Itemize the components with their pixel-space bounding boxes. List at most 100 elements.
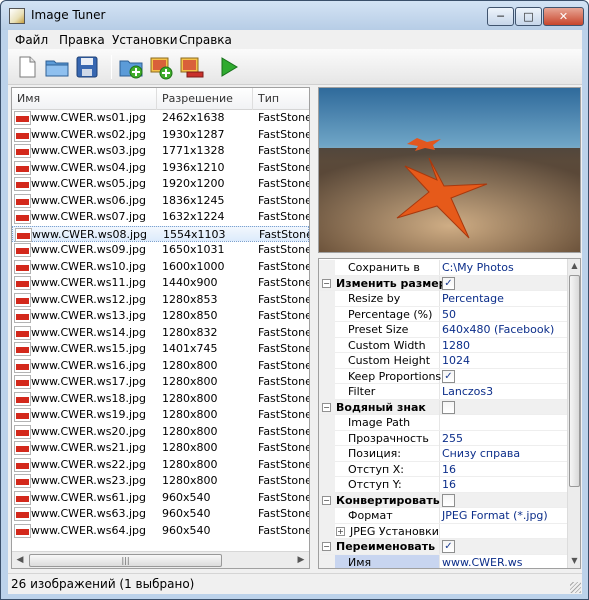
property-category[interactable]: − Водяный знак	[319, 399, 567, 415]
table-row[interactable]: www.CWER.ws01.jpg 2462x1638 FastStone	[12, 110, 309, 127]
menu-file[interactable]: Файл	[15, 33, 48, 47]
table-row[interactable]: www.CWER.ws17.jpg 1280x800 FastStone	[12, 374, 309, 391]
vertical-scrollbar[interactable]: ▲ ▼	[567, 259, 580, 568]
property-row[interactable]: Custom Width 1280	[319, 337, 567, 354]
close-button[interactable]: ✕	[543, 7, 584, 26]
property-row[interactable]: Имя www.CWER.ws	[319, 554, 567, 569]
checkbox[interactable]	[442, 400, 455, 414]
table-row[interactable]: www.CWER.ws11.jpg 1440x900 FastStone	[12, 275, 309, 292]
column-resolution[interactable]: Разрешение	[157, 88, 253, 110]
collapse-icon[interactable]: −	[322, 495, 331, 505]
table-row[interactable]: www.CWER.ws18.jpg 1280x800 FastStone	[12, 391, 309, 408]
property-row[interactable]: Custom Height 1024	[319, 353, 567, 369]
table-row[interactable]: www.CWER.ws21.jpg 1280x800 FastStone	[12, 440, 309, 457]
scroll-left-icon[interactable]: ◀	[12, 553, 28, 568]
property-value[interactable]: Снизу справа	[442, 447, 520, 460]
table-row[interactable]: www.CWER.ws20.jpg 1280x800 FastStone	[12, 424, 309, 441]
table-row[interactable]: www.CWER.ws05.jpg 1920x1200 FastStone	[12, 176, 309, 193]
property-category[interactable]: − Конвертировать	[319, 492, 567, 508]
table-row[interactable]: www.CWER.ws64.jpg 960x540 FastStone	[12, 523, 309, 540]
property-value[interactable]: 16	[442, 463, 456, 476]
collapse-icon[interactable]: −	[322, 542, 331, 551]
scroll-thumb[interactable]: |||	[29, 554, 222, 567]
scroll-up-icon[interactable]: ▲	[568, 259, 580, 273]
property-category[interactable]: − Изменить размер ✓	[319, 275, 567, 291]
horizontal-scrollbar[interactable]: ◀ ||| ▶	[12, 551, 309, 568]
table-row[interactable]: www.CWER.ws23.jpg 1280x800 FastStone	[12, 473, 309, 490]
table-row[interactable]: www.CWER.ws16.jpg 1280x800 FastStone	[12, 358, 309, 375]
maximize-button[interactable]: □	[515, 7, 542, 26]
table-row[interactable]: www.CWER.ws14.jpg 1280x832 FastStone	[12, 325, 309, 342]
property-value[interactable]: Lanczos3	[442, 385, 493, 398]
new-file-icon[interactable]	[14, 54, 40, 80]
property-row[interactable]: Прозрачность 255	[319, 430, 567, 447]
menu-settings[interactable]: Установки	[112, 33, 178, 47]
add-images-icon[interactable]	[148, 54, 174, 80]
table-row[interactable]: www.CWER.ws10.jpg 1600x1000 FastStone	[12, 259, 309, 276]
collapse-icon[interactable]: −	[322, 278, 331, 288]
property-value[interactable]: Percentage	[442, 292, 504, 305]
menu-edit[interactable]: Правка	[59, 33, 105, 47]
table-row[interactable]: www.CWER.ws08.jpg 1554x1103 FastStone	[12, 225, 309, 242]
property-row[interactable]: Формат JPEG Format (*.jpg)	[319, 508, 567, 524]
property-row[interactable]: Filter Lanczos3	[319, 384, 567, 400]
menu-help[interactable]: Справка	[179, 33, 232, 47]
property-value[interactable]: 1280	[442, 339, 470, 352]
title-bar[interactable]: Image Tuner ─ □ ✕	[1, 1, 588, 30]
property-value[interactable]: JPEG Format (*.jpg)	[442, 509, 548, 522]
property-value[interactable]: www.CWER.ws	[442, 556, 522, 569]
table-row[interactable]: www.CWER.ws15.jpg 1401x745 FastStone	[12, 341, 309, 358]
checkbox[interactable]: ✓	[442, 276, 455, 290]
table-row[interactable]: www.CWER.ws22.jpg 1280x800 FastStone	[12, 457, 309, 474]
property-row[interactable]: Сохранить в C:\My Photos	[319, 260, 567, 276]
property-row[interactable]: Resize by Percentage	[319, 291, 567, 307]
table-row[interactable]: www.CWER.ws61.jpg 960x540 FastStone	[12, 490, 309, 507]
property-value[interactable]: C:\My Photos	[442, 261, 514, 274]
property-row[interactable]: Image Path	[319, 415, 567, 431]
table-row[interactable]: www.CWER.ws13.jpg 1280x850 FastStone	[12, 308, 309, 325]
property-value[interactable]: 16	[442, 478, 456, 491]
property-value[interactable]: 50	[442, 308, 456, 321]
property-value[interactable]: 640x480 (Facebook)	[442, 323, 554, 336]
table-row[interactable]: www.CWER.ws03.jpg 1771x1328 FastStone	[12, 143, 309, 160]
property-row[interactable]: Позиция: Снизу справа	[319, 446, 567, 462]
property-row[interactable]: + JPEG Установки	[319, 523, 567, 540]
column-name[interactable]: Имя	[12, 88, 157, 110]
status-text: 26 изображений (1 выбрано)	[11, 577, 195, 591]
property-row[interactable]: Keep Proportions ✓	[319, 368, 567, 385]
property-row[interactable]: Percentage (%) 50	[319, 306, 567, 323]
column-type[interactable]: Тип	[253, 88, 309, 110]
collapse-icon[interactable]: −	[322, 402, 331, 412]
table-row[interactable]: www.CWER.ws12.jpg 1280x853 FastStone	[12, 292, 309, 309]
property-row[interactable]: Preset Size 640x480 (Facebook)	[319, 322, 567, 338]
add-folder-icon[interactable]	[118, 54, 144, 80]
property-category[interactable]: − Переименовать ✓	[319, 539, 567, 555]
table-row[interactable]: www.CWER.ws19.jpg 1280x800 FastStone	[12, 407, 309, 424]
property-row[interactable]: Отступ X: 16	[319, 461, 567, 478]
checkbox[interactable]	[442, 493, 455, 507]
table-row[interactable]: www.CWER.ws63.jpg 960x540 FastStone	[12, 506, 309, 523]
checkbox[interactable]: ✓	[442, 540, 455, 553]
file-list[interactable]: Имя Разрешение Тип www.CWER.ws01.jpg 2462…	[11, 87, 310, 569]
scroll-down-icon[interactable]: ▼	[568, 554, 580, 568]
run-play-icon[interactable]	[216, 54, 242, 80]
table-row[interactable]: www.CWER.ws04.jpg 1936x1210 FastStone	[12, 160, 309, 177]
table-row[interactable]: www.CWER.ws02.jpg 1930x1287 FastStone	[12, 127, 309, 144]
file-name: www.CWER.ws17.jpg	[31, 375, 146, 388]
scroll-right-icon[interactable]: ▶	[293, 553, 309, 568]
property-value[interactable]: 1024	[442, 354, 470, 367]
vertical-scroll-thumb[interactable]	[569, 275, 580, 487]
checkbox[interactable]: ✓	[442, 369, 455, 383]
table-row[interactable]: www.CWER.ws06.jpg 1836x1245 FastStone	[12, 193, 309, 210]
expand-icon[interactable]: +	[336, 526, 345, 536]
resize-grip-icon[interactable]	[570, 582, 581, 593]
property-grid[interactable]: Сохранить в C:\My Photos − Изменить размер ✓…	[318, 258, 581, 569]
property-value[interactable]: 255	[442, 432, 463, 445]
property-row[interactable]: Отступ Y: 16	[319, 477, 567, 493]
remove-images-icon[interactable]	[178, 54, 204, 80]
save-disk-icon[interactable]	[74, 54, 100, 80]
table-row[interactable]: www.CWER.ws07.jpg 1632x1224 FastStone	[12, 209, 309, 226]
minimize-button[interactable]: ─	[487, 7, 514, 26]
open-folder-icon[interactable]	[44, 54, 70, 80]
table-row[interactable]: www.CWER.ws09.jpg 1650x1031 FastStone	[12, 242, 309, 259]
